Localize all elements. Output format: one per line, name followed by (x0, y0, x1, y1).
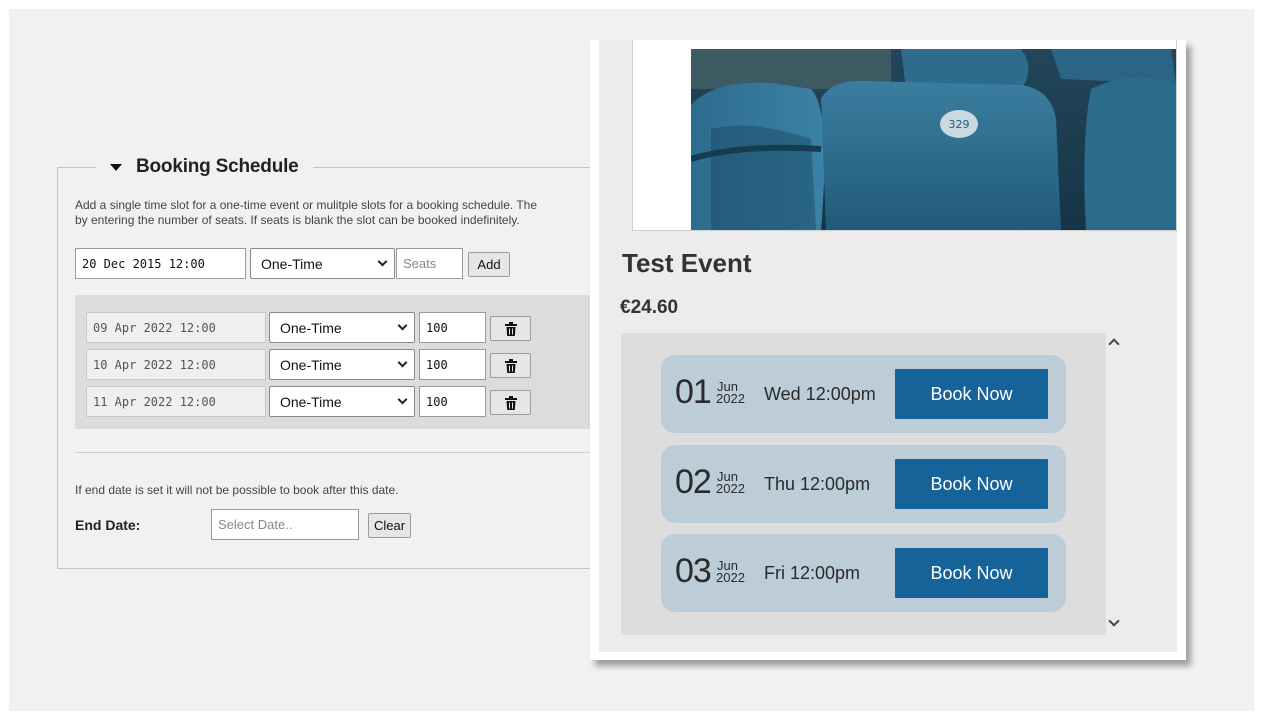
book-now-button[interactable]: Book Now (895, 459, 1048, 509)
event-photo: 329 (691, 49, 1176, 230)
end-date-note: If end date is set it will not be possib… (75, 483, 399, 497)
chevron-down-icon (377, 256, 388, 267)
description-line-2: by entering the number of seats. If seat… (75, 213, 520, 227)
slot-date-field: 11 Apr 2022 12:00 (86, 386, 266, 417)
trash-icon (504, 358, 517, 373)
date-day: 02 (675, 463, 712, 501)
new-slot-seats-input[interactable]: Seats (396, 248, 463, 279)
slot-type-value: One-Time (280, 356, 342, 373)
slot-date-field: 09 Apr 2022 12:00 (86, 312, 266, 343)
chevron-down-icon (397, 357, 408, 368)
event-date-item: 02 Jun 2022 Thu 12:00pm Book Now (661, 445, 1066, 523)
new-slot-type-value: One-Time (261, 255, 323, 272)
chevron-down-icon (397, 394, 408, 405)
booking-schedule-title: Booking Schedule (136, 156, 299, 177)
date-day: 01 (675, 373, 712, 411)
delete-slot-button[interactable] (490, 353, 531, 378)
slot-seats-input[interactable]: 100 (419, 386, 486, 417)
date-time: Fri 12:00pm (764, 563, 861, 583)
slot-type-value: One-Time (280, 319, 342, 336)
date-time: Thu 12:00pm (764, 474, 871, 494)
slot-type-value: One-Time (280, 393, 342, 410)
booking-schedule-legend[interactable]: Booking Schedule (96, 154, 313, 180)
slot-seats-input[interactable]: 100 (419, 349, 486, 380)
date-year: 2022 (716, 481, 745, 496)
event-date-item: 01 Jun 2022 Wed 12:00pm Book Now (661, 355, 1066, 433)
delete-slot-button[interactable] (490, 316, 531, 341)
new-slot-type-select[interactable]: One-Time (250, 248, 395, 279)
date-day: 03 (675, 552, 712, 590)
seat-number-label: 329 (949, 118, 970, 131)
schedule-description: Add a single time slot for a one-time ev… (75, 198, 595, 228)
clear-end-date-button[interactable]: Clear (368, 513, 411, 538)
stadium-seats-image: 329 (691, 49, 1176, 230)
trash-icon (504, 321, 517, 336)
slot-date-field: 10 Apr 2022 12:00 (86, 349, 266, 380)
date-year: 2022 (716, 570, 745, 585)
date-year: 2022 (716, 391, 745, 406)
new-slot-date-input[interactable]: 20 Dec 2015 12:00 (75, 248, 246, 279)
add-slot-button[interactable]: Add (468, 252, 510, 277)
caret-down-icon[interactable] (110, 163, 122, 171)
delete-slot-button[interactable] (490, 390, 531, 415)
event-title: Test Event (622, 248, 752, 278)
date-time: Wed 12:00pm (764, 384, 876, 404)
book-now-button[interactable]: Book Now (895, 369, 1048, 419)
slot-type-select[interactable]: One-Time (269, 386, 415, 417)
description-line-1: Add a single time slot for a one-time ev… (75, 198, 538, 212)
section-divider (75, 452, 605, 453)
end-date-input[interactable]: Select Date.. (211, 509, 359, 540)
trash-icon (504, 395, 517, 410)
end-date-label: End Date: (75, 517, 141, 533)
slot-type-select[interactable]: One-Time (269, 349, 415, 380)
book-now-button[interactable]: Book Now (895, 548, 1048, 598)
chevron-down-icon (397, 320, 408, 331)
slot-type-select[interactable]: One-Time (269, 312, 415, 343)
event-date-item: 03 Jun 2022 Fri 12:00pm Book Now (661, 534, 1066, 612)
slot-seats-input[interactable]: 100 (419, 312, 486, 343)
event-price: €24.60 (620, 297, 679, 318)
